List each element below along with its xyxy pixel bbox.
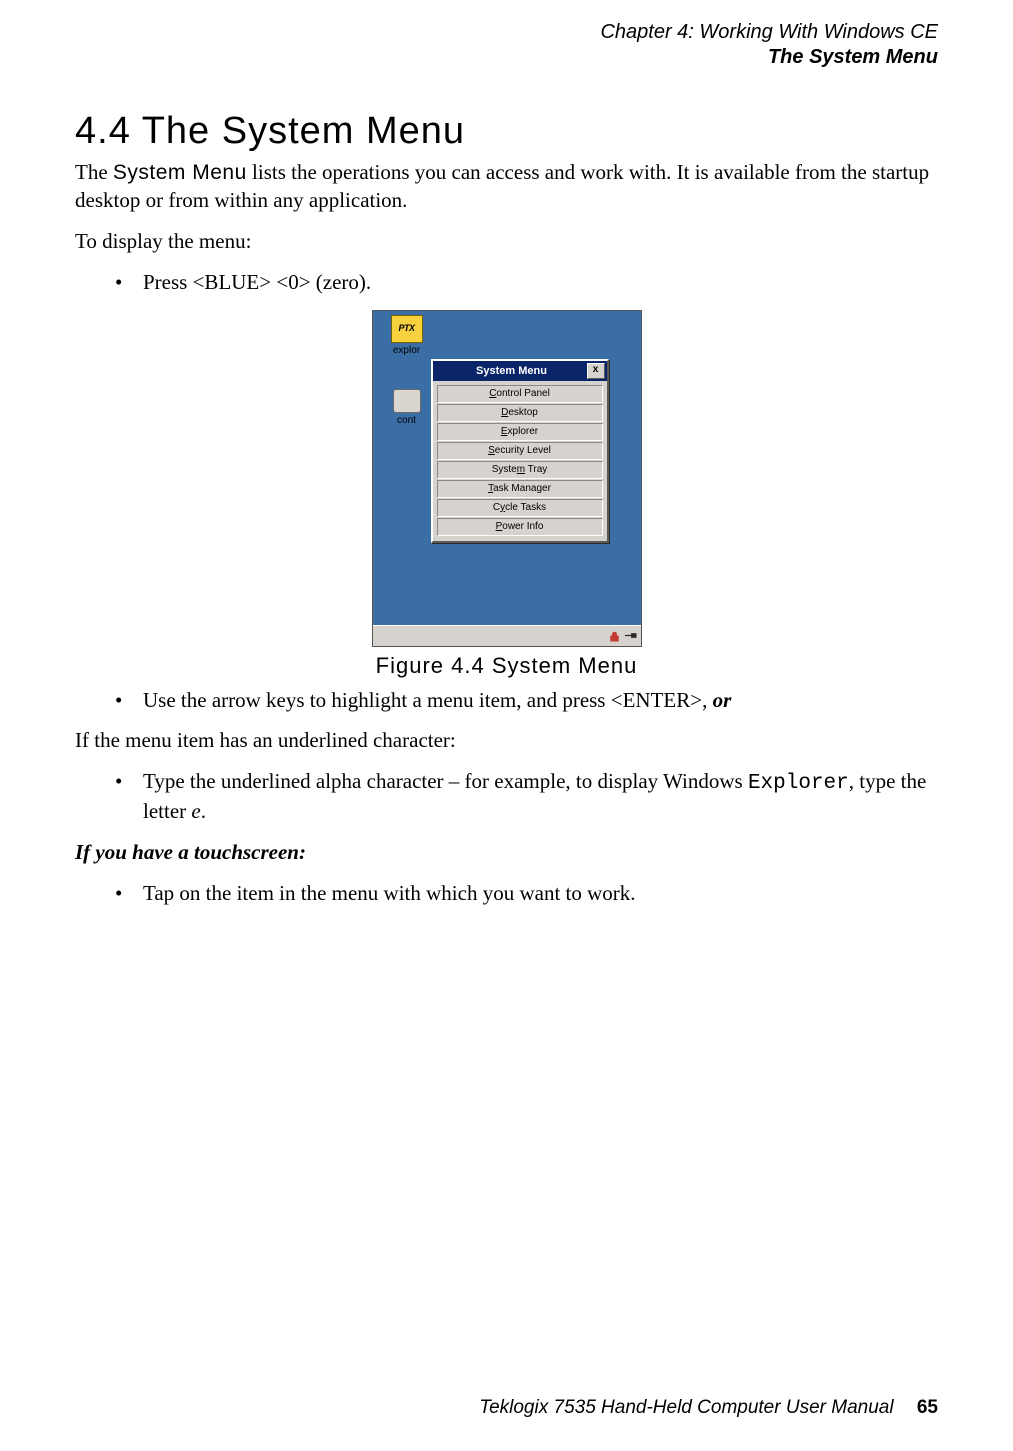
bullet-type-e: e (191, 799, 200, 823)
menu-item-power-info[interactable]: Power Info (437, 518, 603, 536)
desktop-icon-cont[interactable]: cont (377, 389, 437, 426)
intro-sysmenu: System Menu (113, 161, 247, 184)
menu-item-explorer[interactable]: Explorer (437, 423, 603, 441)
bullet-arrow-or: or (713, 688, 732, 712)
running-header: Chapter 4: Working With Windows CE The S… (75, 20, 938, 70)
device-screenshot: PTX explor cont System Menu x Control Pa… (372, 310, 642, 647)
section-title: 4.4 The System Menu (75, 110, 938, 153)
header-section: The System Menu (75, 45, 938, 70)
desktop-icon-cont-label: cont (377, 415, 437, 426)
footer-manual-title: Teklogix 7535 Hand-Held Computer User Ma… (479, 1397, 893, 1418)
header-chapter: Chapter 4: Working With Windows CE (75, 20, 938, 45)
intro-paragraph: The System Menu lists the operations you… (75, 159, 938, 214)
bullet-tap: Tap on the item in the menu with which y… (75, 880, 938, 907)
figure-system-menu: PTX explor cont System Menu x Control Pa… (75, 310, 938, 647)
generic-app-icon (393, 389, 421, 413)
intro-pre: The (75, 160, 113, 184)
bullet-arrow-keys: Use the arrow keys to highlight a menu i… (75, 687, 938, 714)
taskbar (373, 625, 641, 646)
system-menu-title: System Menu (437, 365, 587, 377)
close-button[interactable]: x (587, 363, 605, 379)
menu-item-task-manager[interactable]: Task Manager (437, 480, 603, 498)
bullet-type-character: Type the underlined alpha character – fo… (75, 768, 938, 825)
menu-item-security-level[interactable]: Security Level (437, 442, 603, 460)
bullet-press: Press <BLUE> <0> (zero). (75, 269, 938, 296)
figure-caption: Figure 4.4 System Menu (75, 653, 938, 679)
power-plug-icon[interactable] (625, 630, 637, 642)
desktop-icon-explorer-label: explor (377, 345, 437, 356)
footer-page-number: 65 (917, 1397, 938, 1418)
bullet-type-code: Explorer (748, 772, 849, 795)
menu-item-system-tray[interactable]: System Tray (437, 461, 603, 479)
bullet-type-pre: Type the underlined alpha character – fo… (143, 769, 748, 793)
menu-item-desktop[interactable]: Desktop (437, 404, 603, 422)
system-menu-titlebar: System Menu x (433, 361, 607, 381)
desktop-area: PTX explor cont System Menu x Control Pa… (373, 311, 641, 625)
menu-item-control-panel[interactable]: Control Panel (437, 385, 603, 403)
to-display-label: To display the menu: (75, 228, 938, 255)
lock-icon[interactable] (609, 630, 621, 642)
bullet-type-post: . (201, 799, 206, 823)
menu-item-cycle-tasks[interactable]: Cycle Tasks (437, 499, 603, 517)
underline-intro: If the menu item has an underlined chara… (75, 727, 938, 754)
touchscreen-heading: If you have a touchscreen: (75, 839, 938, 866)
system-menu-body: Control Panel Desktop Explorer Security … (433, 381, 607, 541)
bullet-arrow-pre: Use the arrow keys to highlight a menu i… (143, 688, 713, 712)
desktop-icon-explorer[interactable]: PTX explor (377, 315, 437, 356)
page-footer: Teklogix 7535 Hand-Held Computer User Ma… (479, 1397, 938, 1419)
ptx-icon: PTX (391, 315, 423, 343)
system-menu-window: System Menu x Control Panel Desktop Expl… (431, 359, 609, 543)
